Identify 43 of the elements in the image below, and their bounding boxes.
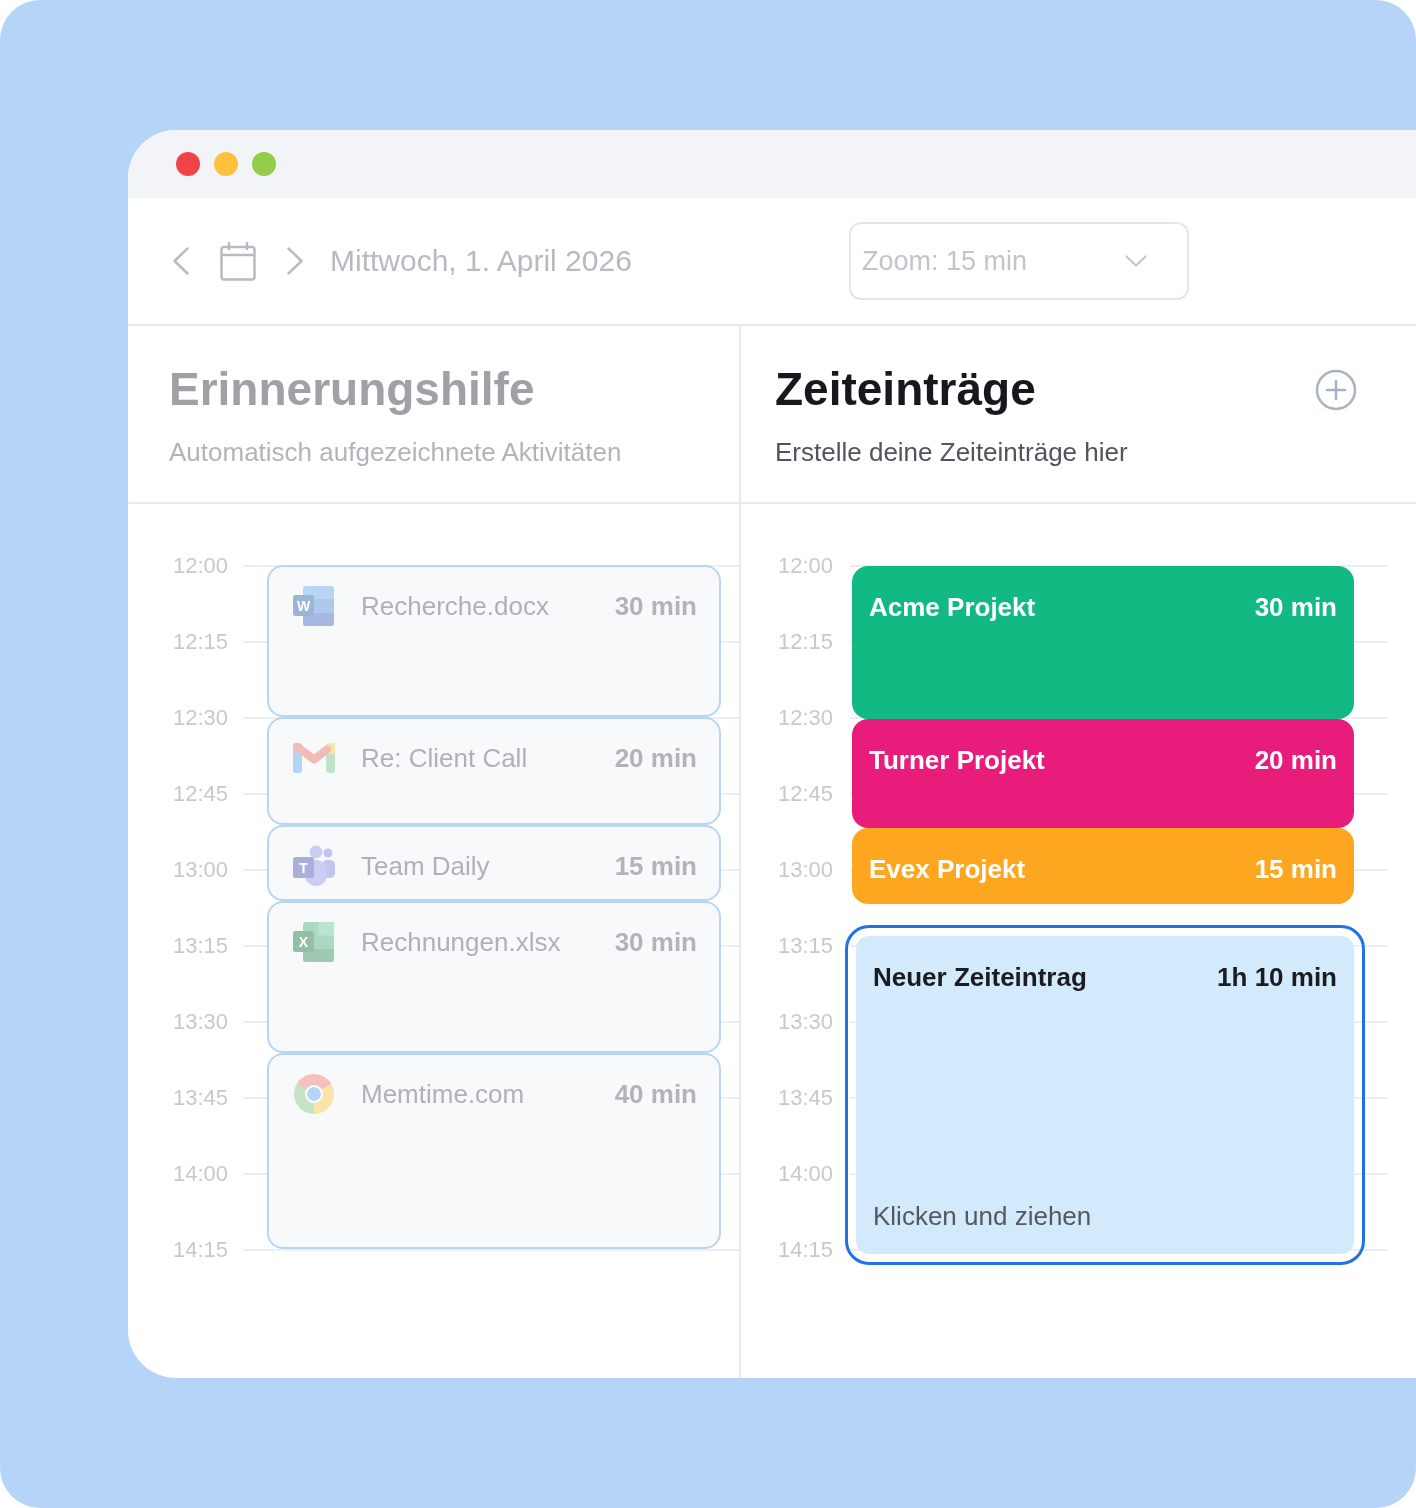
activity-duration: 40 min <box>613 1078 697 1111</box>
entry-title: Turner Projekt <box>869 745 1045 775</box>
activity-card[interactable]: W Recherche.docx 30 min <box>267 565 721 717</box>
activity-card[interactable]: Re: Client Call 20 min <box>267 717 721 825</box>
entry-title: Acme Projekt <box>869 592 1036 622</box>
activity-title: Rechnungen.xlsx <box>361 926 561 959</box>
activity-title: Recherche.docx <box>361 590 549 623</box>
panel-title: Erinnerungshilfe <box>169 362 536 417</box>
entry-title: Evex Projekt <box>869 854 1026 884</box>
activity-title: Memtime.com <box>361 1078 525 1111</box>
entry-hint: Klicken und ziehen <box>873 1201 1093 1231</box>
browser-icon <box>293 1073 335 1115</box>
activity-card[interactable]: T Team Daily 15 min <box>267 825 721 901</box>
entry-duration: 30 min <box>1254 592 1337 622</box>
entry-duration: 15 min <box>1254 854 1337 884</box>
time-entry[interactable]: Evex Projekt 15 min <box>852 828 1354 904</box>
activity-title: Re: Client Call <box>361 742 528 775</box>
date-label: Mittwoch, 1. April 2026 <box>330 244 632 278</box>
activity-card[interactable]: Memtime.com 40 min <box>267 1053 721 1249</box>
chevron-down-icon <box>1125 255 1147 267</box>
calendar-icon[interactable] <box>220 241 256 281</box>
time-entry[interactable]: Turner Projekt 20 min <box>852 719 1354 828</box>
activity-card[interactable]: X Rechnungen.xlsx 30 min <box>267 901 721 1053</box>
activity-duration: 20 min <box>613 742 697 775</box>
maximize-button[interactable] <box>252 152 276 176</box>
close-button[interactable] <box>176 152 200 176</box>
zoom-dropdown[interactable]: Zoom: 15 min <box>849 222 1189 300</box>
time-entry[interactable]: Acme Projekt 30 min <box>852 566 1354 719</box>
activity-duration: 15 min <box>613 850 697 883</box>
panel-title: Zeiteinträge <box>775 362 1037 417</box>
panel-subtitle: Erstelle deine Zeiteinträge hier <box>775 437 1128 468</box>
activity-duration: 30 min <box>613 590 697 623</box>
chevron-right-icon[interactable] <box>287 247 303 275</box>
time-entry[interactable]: Neuer Zeiteintrag 1h 10 min Klicken und ziehen <box>845 925 1365 1265</box>
entry-title: Neuer Zeiteintrag <box>873 962 1087 992</box>
minimize-button[interactable] <box>214 152 238 176</box>
activity-title: Team Daily <box>361 850 490 883</box>
entry-duration: 20 min <box>1254 745 1337 775</box>
entry-duration: 1h 10 min <box>1217 962 1337 992</box>
activity-duration: 30 min <box>613 926 697 959</box>
add-icon[interactable] <box>1315 369 1357 411</box>
panel-subtitle: Automatisch aufgezeichnete Aktivitäten <box>169 437 623 468</box>
chevron-left-icon[interactable] <box>173 247 189 275</box>
